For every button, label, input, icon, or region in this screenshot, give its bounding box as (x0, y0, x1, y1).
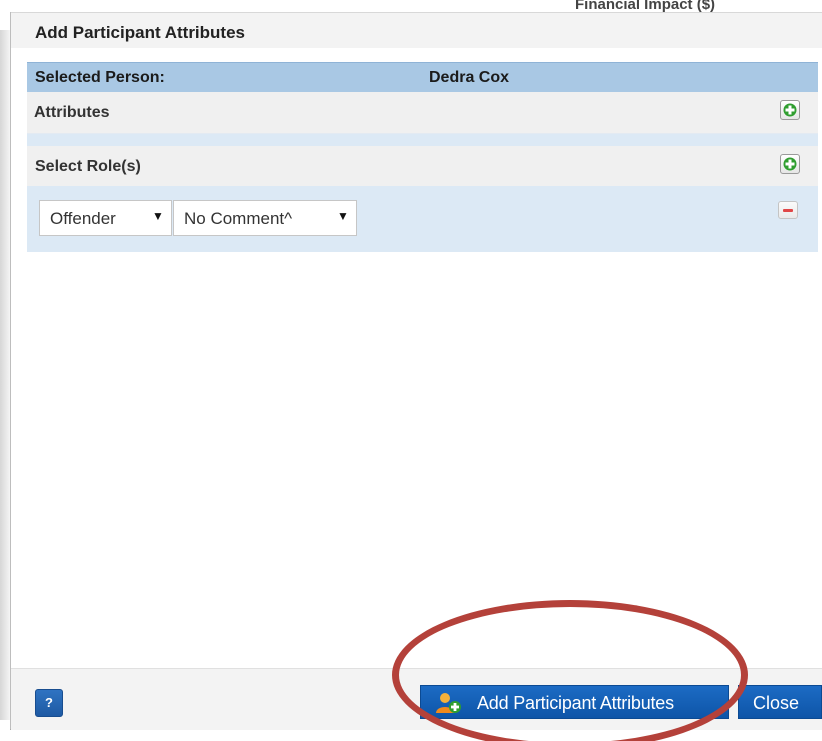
role-dropdown-value: Offender (50, 209, 116, 228)
attributes-label: Attributes (34, 104, 110, 121)
minus-icon (783, 209, 793, 212)
add-attribute-icon[interactable] (780, 100, 800, 120)
remove-role-icon[interactable] (778, 201, 798, 219)
select-roles-label: Select Role(s) (35, 158, 141, 175)
add-role-icon[interactable] (780, 154, 800, 174)
select-roles-row: Select Role(s) (27, 146, 818, 186)
plus-icon (783, 103, 797, 117)
close-button-label: Close (753, 693, 800, 713)
add-participant-attributes-button[interactable]: Add Participant Attributes (420, 685, 729, 719)
dialog-footer: ? Add Participant Attributes Close (11, 668, 822, 730)
selected-person-label: Selected Person: (35, 69, 165, 86)
dialog-title: Add Participant Attributes (35, 23, 245, 42)
attributes-row: Attributes (27, 92, 818, 134)
comment-dropdown[interactable]: No Comment^ ▼ (173, 200, 357, 236)
page-left-edge (0, 30, 10, 720)
role-dropdown[interactable]: Offender ▼ (39, 200, 172, 236)
chevron-down-icon: ▼ (152, 209, 164, 223)
selected-person-row: Selected Person: Dedra Cox (27, 62, 818, 92)
add-participant-attributes-dialog: Add Participant Attributes Selected Pers… (10, 12, 822, 730)
section-divider (27, 134, 818, 146)
add-person-icon (435, 692, 463, 719)
help-button[interactable]: ? (35, 689, 63, 717)
plus-icon (783, 157, 797, 171)
comment-dropdown-value: No Comment^ (184, 209, 293, 228)
selected-person-name: Dedra Cox (429, 69, 510, 86)
dialog-titlebar: Add Participant Attributes (11, 12, 822, 48)
add-participant-attributes-label: Add Participant Attributes (477, 693, 674, 713)
chevron-down-icon: ▼ (337, 209, 349, 223)
role-selection-row: Offender ▼ No Comment^ ▼ (27, 186, 818, 252)
close-button[interactable]: Close (738, 685, 822, 719)
